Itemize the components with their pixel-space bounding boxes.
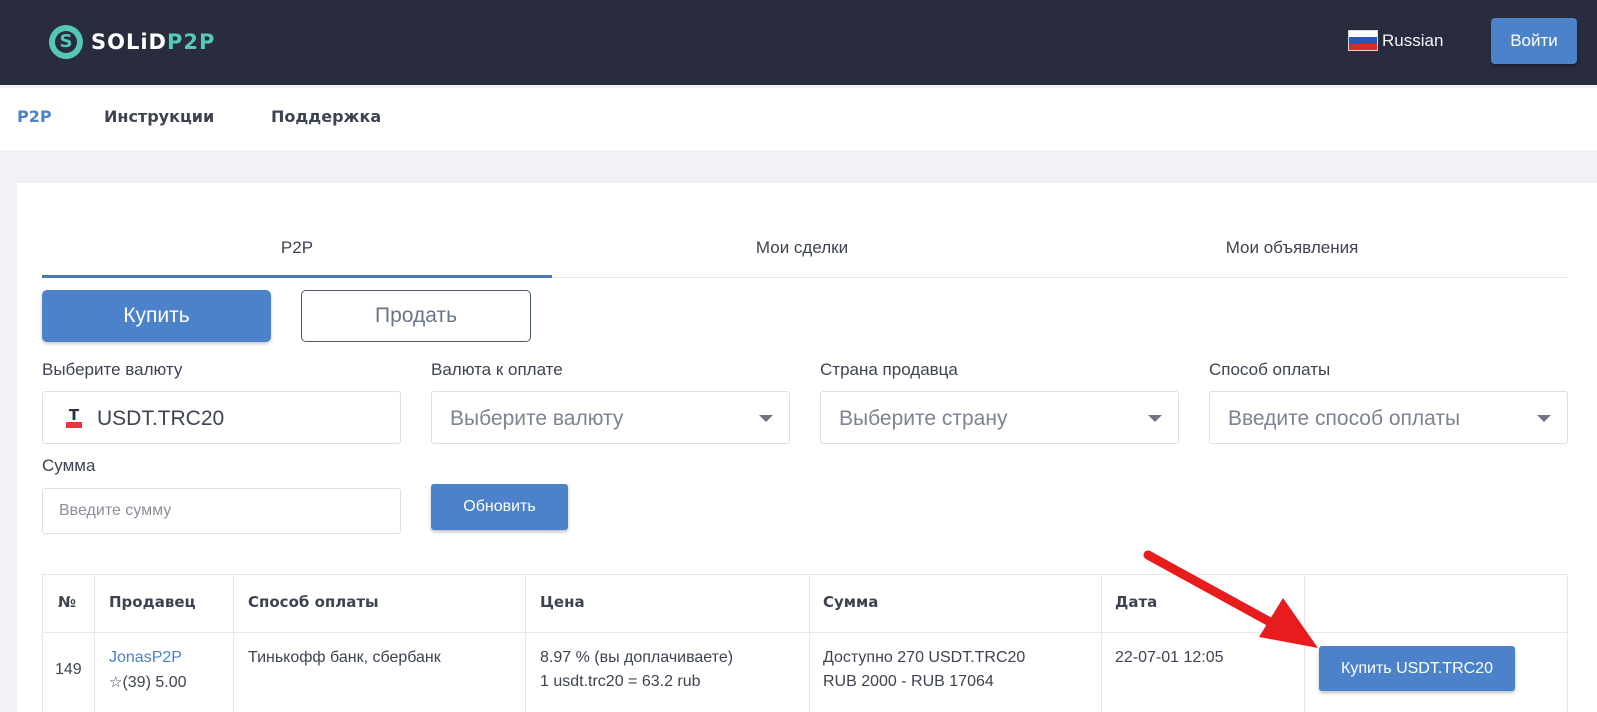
header-number: № (58, 593, 77, 611)
buy-usdt-button[interactable]: Купить USDT.TRC20 (1319, 646, 1515, 691)
country-placeholder: Выберите страну (839, 407, 1008, 430)
russia-flag-icon (1348, 30, 1378, 51)
payment-method-label: Способ оплаты (1209, 360, 1331, 379)
header-price: Цена (540, 593, 585, 611)
tab-p2p[interactable]: P2P (42, 233, 552, 278)
tab-bar: P2P Мои сделки Мои объявления (42, 233, 1568, 278)
language-selector[interactable]: Russian (1348, 30, 1443, 51)
country-select[interactable]: Выберите страну (820, 391, 1179, 444)
currency-label: Выберите валюту (42, 360, 183, 379)
pay-currency-select[interactable]: Выберите валюту (431, 391, 790, 444)
row-payment-method: Тинькофф банк, сбербанк (248, 649, 441, 666)
logo-text-part2: P2P (167, 30, 216, 54)
refresh-button[interactable]: Обновить (431, 484, 568, 530)
caret-down-icon (1537, 415, 1551, 422)
sum-label: Сумма (42, 456, 96, 475)
row-available: Доступно 270 USDT.TRC20 (823, 649, 1026, 666)
currency-select-value: USDT.TRC20 (97, 407, 225, 430)
logo[interactable]: SOLiDP2P (49, 24, 215, 60)
pay-currency-label: Валюта к оплате (431, 360, 563, 379)
payment-method-placeholder: Введите способ оплаты (1228, 407, 1461, 430)
currency-select[interactable]: T USDT.TRC20 (42, 391, 401, 444)
row-date: 22-07-01 12:05 (1115, 649, 1224, 666)
seller-rating: ☆(39) 5.00 (109, 670, 187, 695)
header-date: Дата (1115, 593, 1158, 611)
language-label: Russian (1382, 30, 1444, 50)
login-button[interactable]: Войти (1491, 18, 1577, 64)
seller-country-label: Страна продавца (820, 360, 958, 379)
tron-token-icon: T (65, 406, 83, 429)
row-limits: RUB 2000 - RUB 17064 (823, 673, 994, 690)
seller-link[interactable]: JonasP2P (109, 646, 182, 670)
caret-down-icon (759, 415, 773, 422)
caret-down-icon (1148, 415, 1162, 422)
sell-mode-button[interactable]: Продать (301, 290, 531, 342)
logo-text-part1: SOLiD (91, 30, 167, 54)
payment-method-select[interactable]: Введите способ оплаты (1209, 391, 1568, 444)
header-seller: Продавец (109, 593, 196, 611)
nav-item-p2p[interactable]: P2P (17, 107, 52, 126)
row-number: 149 (55, 661, 82, 678)
nav-item-support[interactable]: Поддержка (271, 107, 381, 126)
sum-input[interactable] (42, 488, 401, 534)
buy-mode-button[interactable]: Купить (42, 290, 271, 342)
logo-icon (49, 25, 83, 59)
tab-my-ads[interactable]: Мои объявления (1042, 233, 1542, 278)
pay-currency-placeholder: Выберите валюту (450, 407, 624, 430)
row-price-rate: 1 usdt.trc20 = 63.2 rub (540, 673, 701, 690)
row-price-percent: 8.97 % (вы доплачиваете) (540, 649, 734, 666)
star-icon: ☆ (109, 673, 123, 691)
logo-text: SOLiDP2P (91, 30, 215, 54)
top-header: SOLiDP2P Russian Войти (0, 0, 1597, 85)
nav-item-instructions[interactable]: Инструкции (104, 107, 214, 126)
main-nav: P2P Инструкции Поддержка (0, 85, 1597, 150)
header-sum: Сумма (823, 593, 879, 611)
tab-my-deals[interactable]: Мои сделки (587, 233, 1017, 278)
seller-rating-value: (39) 5.00 (122, 674, 187, 691)
header-payment-method: Способ оплаты (248, 593, 379, 611)
